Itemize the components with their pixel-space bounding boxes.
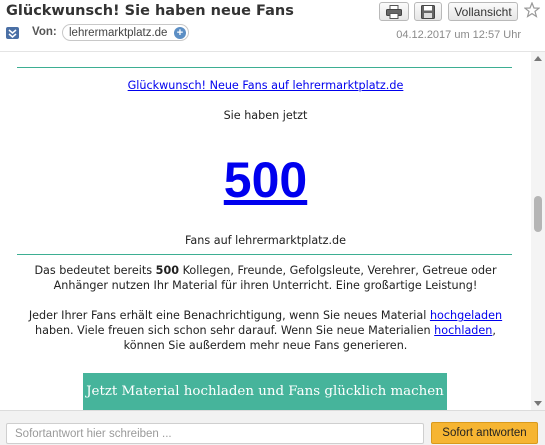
title-link[interactable]: Glückwunsch! Neue Fans auf lehrermarktpl…	[0, 79, 531, 92]
divider-top	[17, 67, 512, 68]
quick-reply-input[interactable]	[6, 423, 424, 444]
message-subject: Glückwunsch! Sie haben neue Fans	[6, 3, 294, 19]
summary-count: 500	[155, 264, 180, 277]
scrollbar-thumb[interactable]	[534, 196, 542, 232]
info-text-2: haben. Viele freuen sich schon sehr dara…	[35, 324, 435, 337]
info-paragraph: Jeder Ihrer Fans erhält eine Benachricht…	[20, 308, 511, 353]
chevron-double-down-icon[interactable]	[6, 27, 19, 39]
scroll-up-arrow-icon[interactable]	[534, 56, 542, 61]
floppy-disk-icon	[421, 4, 435, 19]
star-icon[interactable]	[523, 1, 542, 20]
summary-text-start: Das bedeutet bereits	[34, 264, 156, 277]
printer-icon	[386, 4, 402, 19]
uploaded-link[interactable]: hochgeladen	[430, 309, 502, 322]
fan-count-link[interactable]: 500	[0, 150, 531, 210]
upload-material-button[interactable]: Jetzt Material hochladen und Fans glückl…	[83, 373, 447, 410]
message-timestamp: 04.12.2017 um 12:57 Uhr	[396, 29, 521, 41]
info-text-1: Jeder Ihrer Fans erhält eine Benachricht…	[28, 309, 430, 322]
sender-name: lehrermarktplatz.de	[69, 26, 168, 39]
divider-middle	[17, 254, 512, 255]
fans-on-text: Fans auf lehrermarktplatz.de	[185, 234, 346, 247]
full-view-button[interactable]: Vollansicht	[448, 2, 518, 21]
from-label: Von:	[32, 26, 57, 38]
plus-circle-icon[interactable]: +	[174, 27, 186, 39]
message-scrollbar[interactable]	[531, 52, 545, 410]
summary-paragraph: Das bedeutet bereits 500 Kollegen, Freun…	[20, 264, 511, 293]
message-body: Glückwunsch! Neue Fans auf lehrermarktpl…	[0, 52, 531, 410]
message-header: Glückwunsch! Sie haben neue Fans Vollans…	[0, 0, 545, 52]
save-button[interactable]	[414, 2, 442, 21]
scroll-down-arrow-icon[interactable]	[534, 401, 542, 406]
print-button[interactable]	[379, 2, 409, 21]
quick-reply-button[interactable]: Sofort antworten	[431, 422, 538, 444]
intro-text: Sie haben jetzt	[223, 109, 308, 122]
quick-reply-bar: Sofort antworten	[0, 410, 545, 445]
sender-chip[interactable]: lehrermarktplatz.de +	[62, 24, 189, 41]
upload-link[interactable]: hochladen	[434, 324, 492, 337]
